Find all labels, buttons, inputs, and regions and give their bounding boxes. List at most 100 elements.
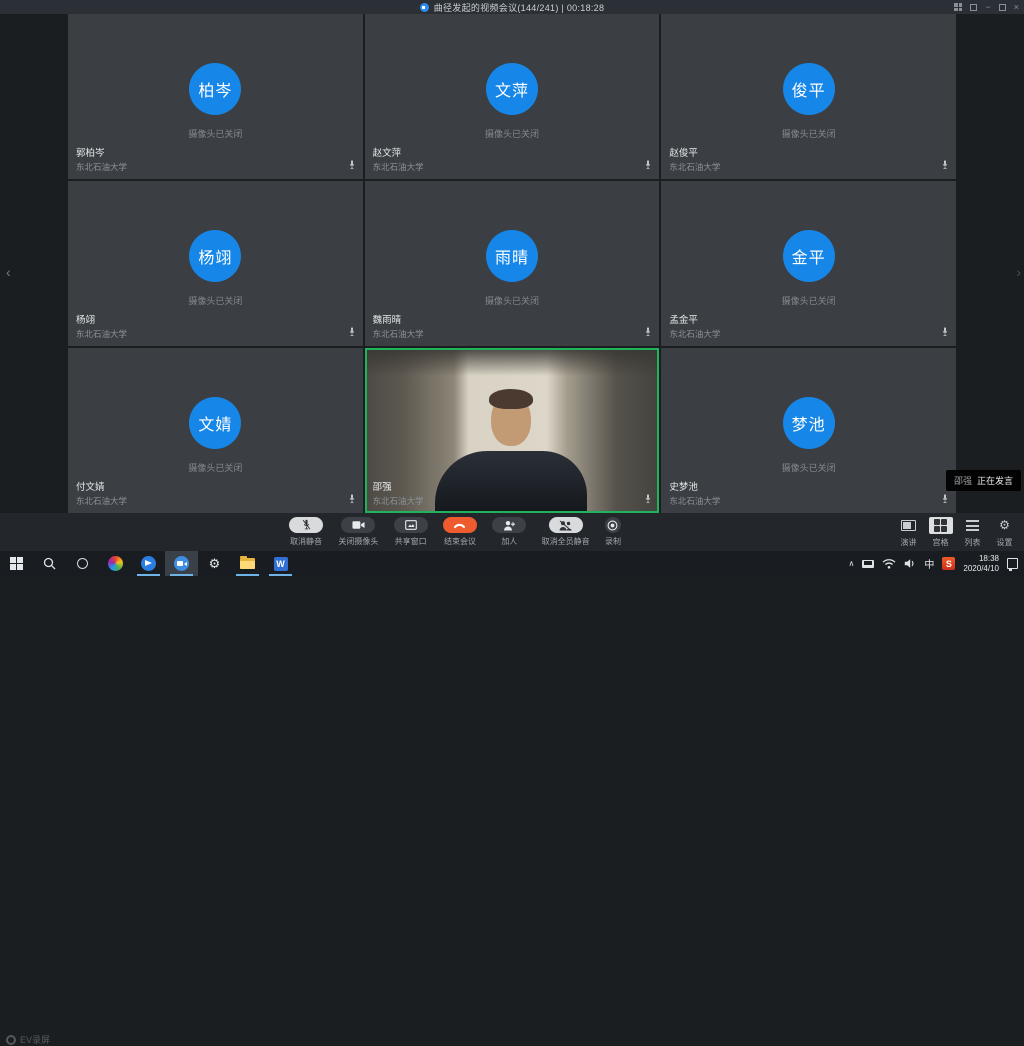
camera-off-label: 摄像头已关闭 [782, 294, 836, 307]
unmute-all-button[interactable]: 取消全员静音 [542, 517, 590, 547]
mic-icon [348, 326, 356, 338]
participant-org: 东北石油大学 [669, 328, 720, 340]
battery-icon[interactable] [862, 560, 874, 568]
layout-icon[interactable] [954, 3, 962, 11]
unmute-all-label: 取消全员静音 [542, 536, 590, 547]
participant-name: 杨翊 [76, 312, 127, 326]
messenger-app-button[interactable] [132, 551, 165, 576]
volume-icon[interactable] [904, 558, 916, 569]
settings-gear-icon: ⚙ [209, 556, 221, 572]
windows-taskbar: ⚙ W ∧ 中 S 18:38 2020/4/10 [0, 551, 1024, 576]
record-label: 录制 [605, 536, 621, 547]
view-speaker-label: 演讲 [901, 537, 917, 548]
camera-icon [352, 520, 365, 530]
view-speaker-button[interactable]: 演讲 [895, 517, 922, 548]
grid-view-icon [934, 519, 947, 532]
avatar: 杨翊 [189, 230, 241, 282]
speaking-toast: 邵强 正在发言 [946, 470, 1021, 491]
close-button[interactable]: × [1014, 0, 1019, 14]
view-grid-button[interactable]: 宫格 [927, 517, 954, 548]
participant-tile[interactable]: 金平 摄像头已关闭 孟金平 东北石油大学 [661, 181, 956, 346]
start-button[interactable] [0, 551, 33, 576]
participant-org: 东北石油大学 [669, 495, 720, 507]
taskbar-time: 18:38 [963, 554, 999, 564]
hangup-icon [453, 521, 466, 529]
word-app-button[interactable]: W [264, 551, 297, 576]
wifi-icon[interactable] [882, 558, 896, 569]
participant-org: 东北石油大学 [76, 161, 127, 173]
meeting-app-icon [174, 556, 189, 571]
folder-icon [240, 558, 255, 569]
mic-icon [348, 493, 356, 505]
taskbar-date: 2020/4/10 [963, 564, 999, 574]
action-center-icon[interactable] [1007, 558, 1018, 569]
fullscreen-icon[interactable] [970, 4, 977, 11]
meeting-camera-icon [420, 3, 429, 12]
next-page-chevron-icon[interactable]: › [1016, 264, 1021, 280]
meeting-app-button[interactable] [165, 551, 198, 576]
end-meeting-label: 结束会议 [444, 536, 476, 547]
camera-off-label: 摄像头已关闭 [188, 127, 242, 140]
mic-icon [644, 493, 652, 505]
participant-tile[interactable]: 文婧 摄像头已关闭 付文婧 东北石油大学 [68, 348, 363, 513]
camera-off-label: 摄像头已关闭 [782, 127, 836, 140]
color-wheel-browser-icon [108, 556, 123, 571]
participant-tile[interactable]: 文萍 摄像头已关闭 赵文萍 东北石油大学 [365, 14, 660, 179]
add-person-button[interactable]: 加人 [492, 517, 526, 547]
participant-name: 魏雨晴 [373, 312, 424, 326]
title-bar: 曲径发起的视频会议(144/241) | 00:18:28 − × [0, 0, 1024, 14]
recorder-logo-icon [6, 1035, 16, 1045]
participant-name: 赵俊平 [669, 145, 720, 159]
camera-off-label: 关闭摄像头 [338, 536, 378, 547]
participant-name: 郭柏岑 [76, 145, 127, 159]
sogou-input-icon[interactable]: S [942, 557, 955, 570]
avatar: 柏岑 [189, 63, 241, 115]
participant-tile-speaking[interactable]: 邵强 东北石油大学 [365, 348, 660, 513]
participant-tile[interactable]: 杨翊 摄像头已关闭 杨翊 东北石油大学 [68, 181, 363, 346]
speaking-toast-status: 正在发言 [977, 474, 1013, 487]
windows-logo-icon [10, 557, 23, 570]
maximize-button[interactable] [999, 4, 1006, 11]
settings-button[interactable]: ⚙ 设置 [991, 517, 1018, 548]
record-button[interactable]: 录制 [605, 517, 621, 547]
view-list-button[interactable]: 列表 [959, 517, 986, 548]
prev-page-chevron-icon[interactable]: ‹ [6, 264, 11, 280]
blue-send-app-icon [141, 556, 156, 571]
speaker-view-icon [901, 520, 916, 531]
camera-off-button[interactable]: 关闭摄像头 [338, 517, 378, 547]
tray-expand-chevron-icon[interactable]: ∧ [849, 559, 855, 568]
mic-icon [941, 493, 949, 505]
avatar: 梦池 [783, 397, 835, 449]
unmute-button[interactable]: 取消静音 [289, 517, 323, 547]
end-meeting-button[interactable]: 结束会议 [443, 517, 477, 547]
taskbar-search-button[interactable] [33, 551, 66, 576]
participant-tile[interactable]: 柏岑 摄像头已关闭 郭柏岑 东北石油大学 [68, 14, 363, 179]
share-window-button[interactable]: 共享窗口 [394, 517, 428, 547]
meeting-app-window: 曲径发起的视频会议(144/241) | 00:18:28 − × ‹ › 柏岑… [0, 0, 1024, 576]
participant-tile[interactable]: 雨晴 摄像头已关闭 魏雨晴 东北石油大学 [365, 181, 660, 346]
cortana-icon [77, 558, 88, 569]
camera-off-label: 摄像头已关闭 [485, 127, 539, 140]
taskbar-clock[interactable]: 18:38 2020/4/10 [963, 554, 999, 574]
file-explorer-button[interactable] [231, 551, 264, 576]
participant-tile[interactable]: 梦池 摄像头已关闭 史梦池 东北石油大学 [661, 348, 956, 513]
mic-icon [644, 159, 652, 171]
person-add-icon [503, 520, 515, 531]
view-controls: 演讲 宫格 列表 ⚙ 设置 [895, 517, 1018, 548]
cortana-button[interactable] [66, 551, 99, 576]
mic-muted-icon [302, 519, 311, 531]
mic-icon [941, 159, 949, 171]
person-torso [435, 451, 587, 511]
mic-icon [644, 326, 652, 338]
participant-tile[interactable]: 俊平 摄像头已关闭 赵俊平 东北石油大学 [661, 14, 956, 179]
browser-button[interactable] [99, 551, 132, 576]
screen-recorder-watermark: EV录屏 [6, 1033, 50, 1046]
ime-indicator[interactable]: 中 [924, 556, 934, 571]
speaking-toast-name: 邵强 [954, 474, 972, 487]
participant-name: 史梦池 [669, 479, 720, 493]
minimize-button[interactable]: − [985, 0, 990, 14]
record-icon [607, 520, 618, 531]
people-muted-icon [559, 520, 572, 531]
settings-app-button[interactable]: ⚙ [198, 551, 231, 576]
system-tray: ∧ 中 S 18:38 2020/4/10 [849, 551, 1024, 576]
